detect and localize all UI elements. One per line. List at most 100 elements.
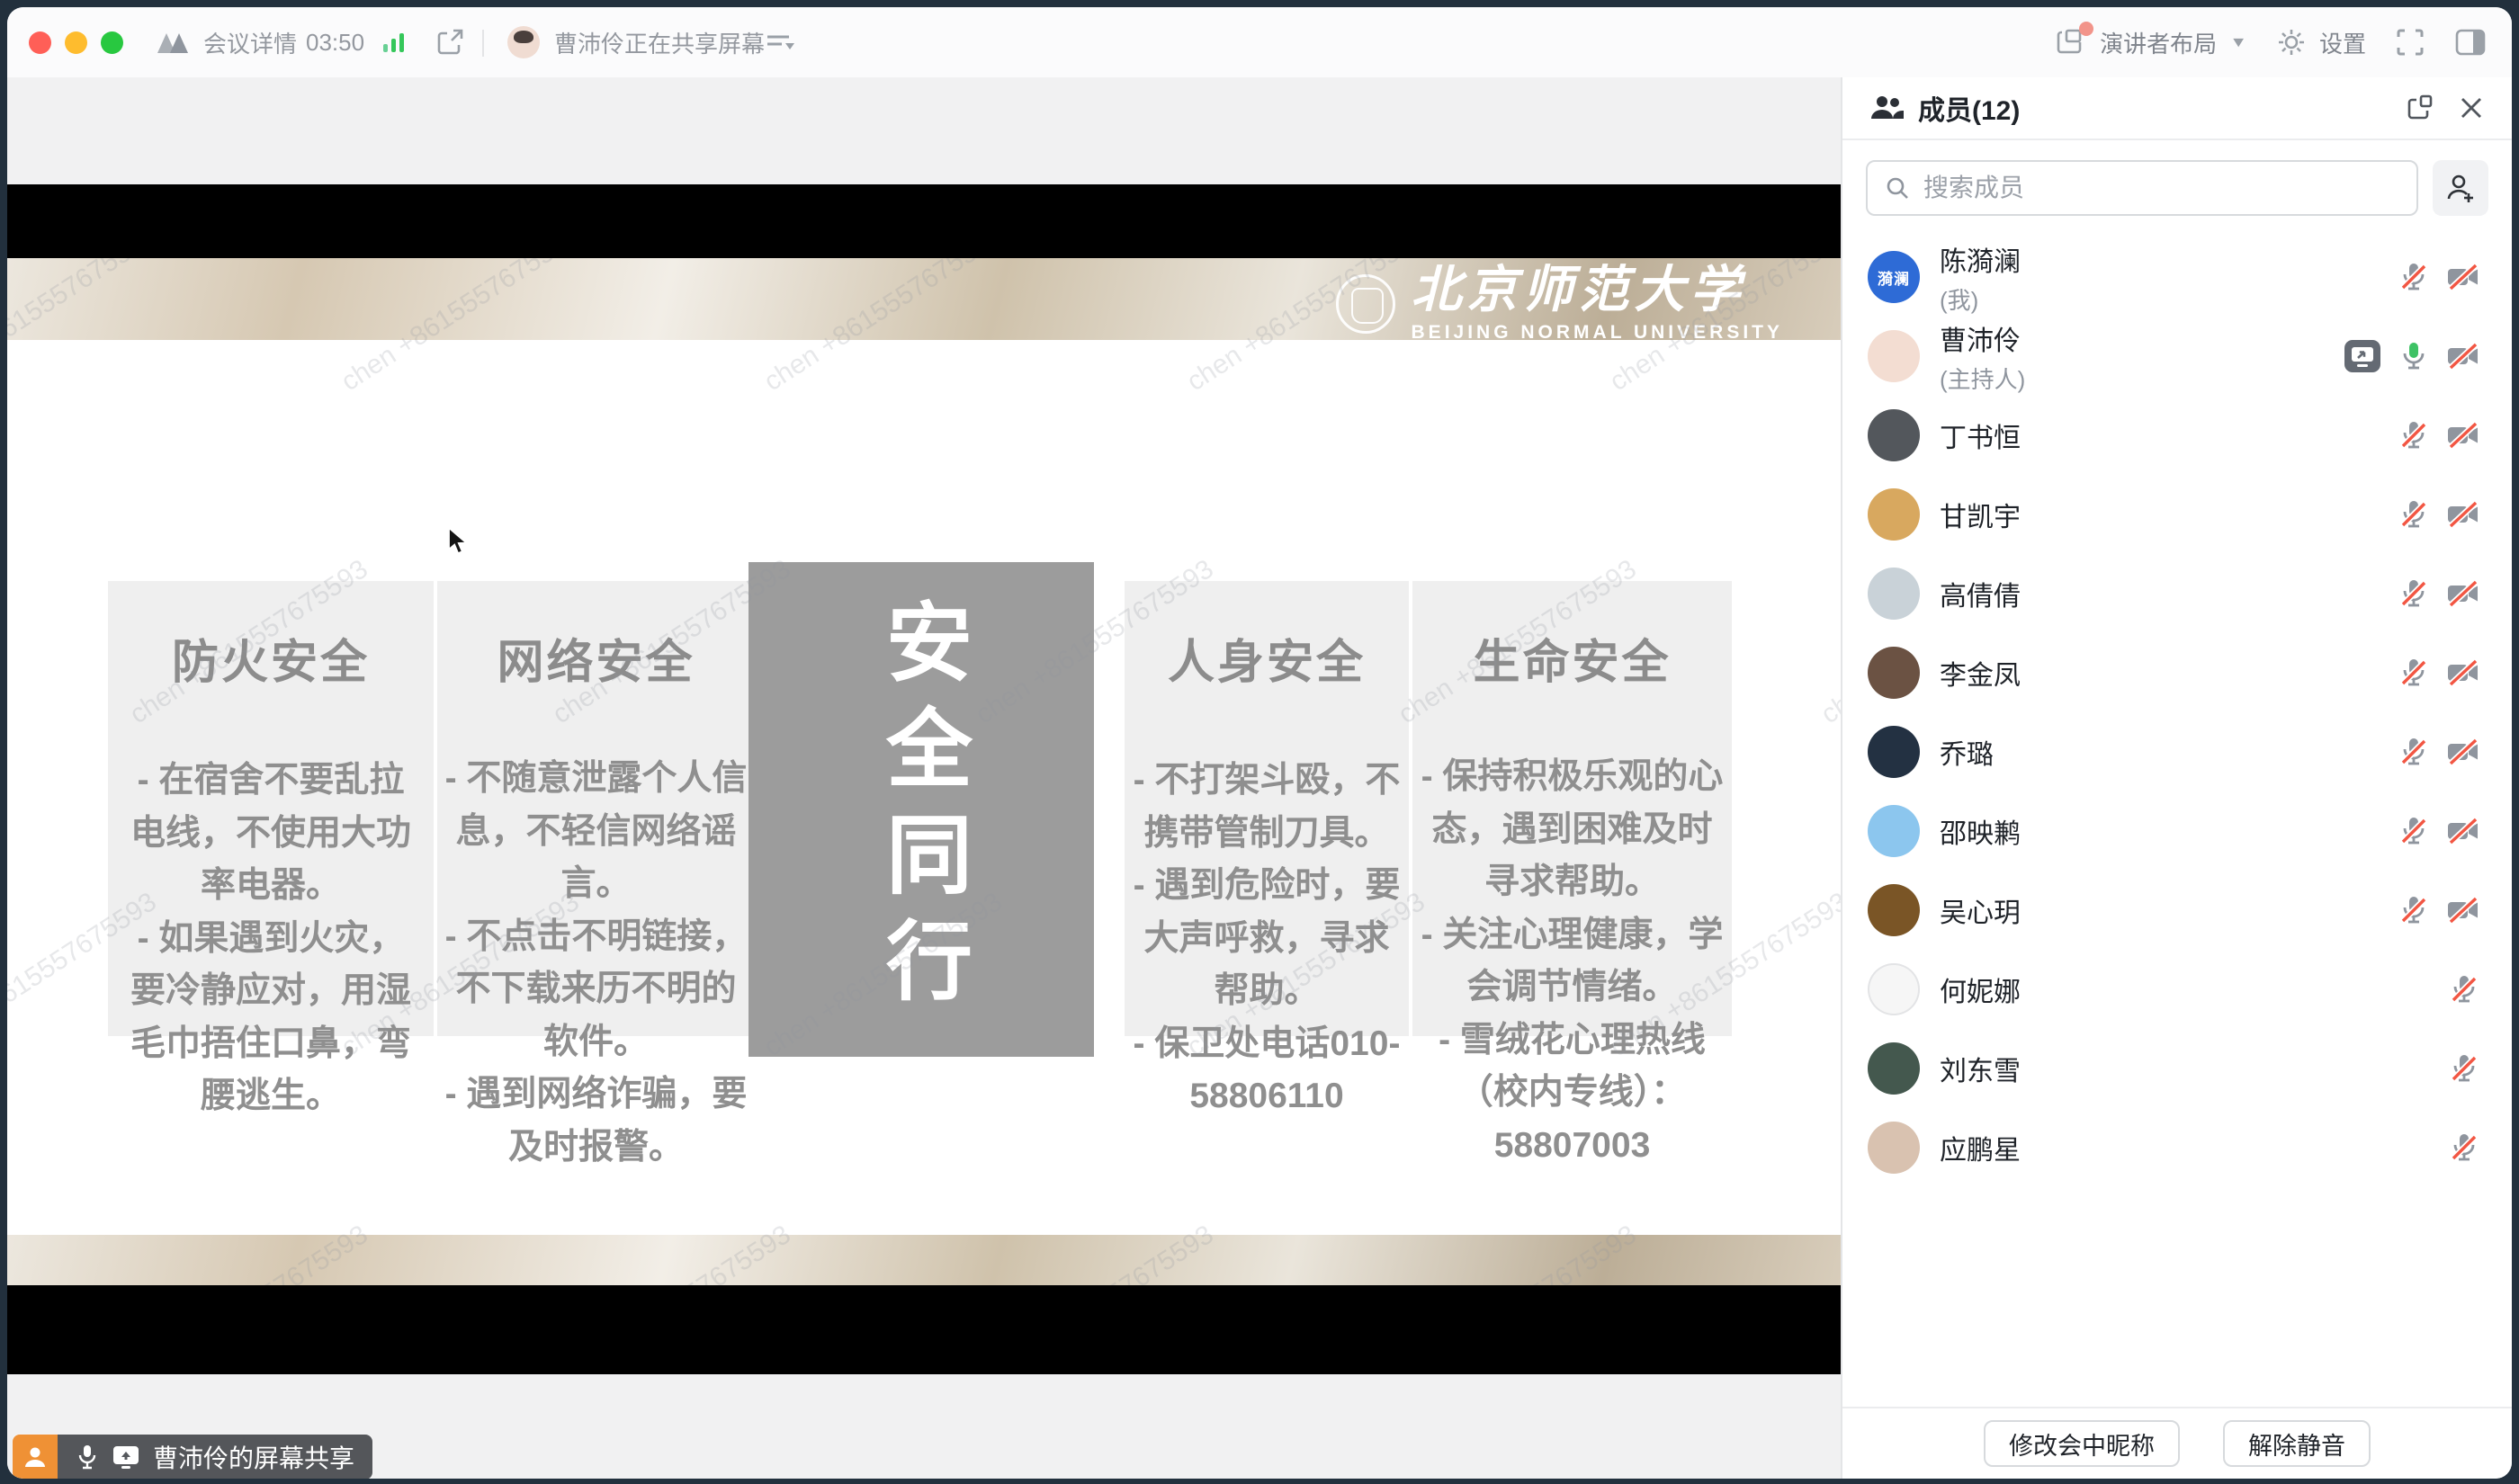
- unmute-button[interactable]: 解除静音: [2223, 1420, 2371, 1467]
- member-row[interactable]: 刘东雪: [1842, 1029, 2512, 1108]
- chevron-down-icon: ▼: [2229, 34, 2247, 50]
- search-icon: [1884, 174, 1911, 201]
- member-row[interactable]: 李金凤: [1842, 633, 2512, 712]
- member-name: 高倩倩: [1940, 574, 2397, 613]
- university-seal-icon: [1336, 274, 1395, 334]
- close-panel-icon[interactable]: [2458, 94, 2485, 121]
- mic-muted-icon[interactable]: [2397, 260, 2431, 294]
- screen-share-icon: [112, 1444, 140, 1470]
- member-avatar: [1868, 330, 1920, 382]
- toggle-sidebar-icon[interactable]: [2454, 28, 2487, 57]
- member-row[interactable]: 丁书恒: [1842, 396, 2512, 475]
- mouse-cursor: [446, 527, 471, 560]
- mic-muted-icon[interactable]: [2397, 577, 2431, 611]
- fullscreen-icon[interactable]: [2395, 27, 2425, 58]
- settings-label[interactable]: 设置: [2319, 26, 2366, 59]
- network-signal-icon: [381, 7, 408, 77]
- camera-muted-icon[interactable]: [2445, 497, 2481, 532]
- camera-muted-icon[interactable]: [2445, 577, 2481, 611]
- titlebar-divider: [482, 30, 484, 57]
- member-name: 陈漪澜: [1940, 239, 2397, 279]
- close-traffic-light[interactable]: [29, 31, 51, 54]
- mic-muted-icon[interactable]: [2397, 814, 2431, 848]
- member-list: 漪澜 陈漪澜 (我): [1842, 232, 2512, 1407]
- member-avatar: [1868, 409, 1920, 461]
- member-name: 甘凯宇: [1940, 495, 2397, 534]
- member-row[interactable]: 吴心玥: [1842, 871, 2512, 950]
- member-avatar: [1868, 1122, 1920, 1174]
- slide-banner-bottom: [7, 1235, 1841, 1285]
- member-name: 乔璐: [1940, 732, 2397, 772]
- camera-muted-icon[interactable]: [2445, 339, 2481, 373]
- member-name: 曹沛伶: [1940, 318, 2343, 358]
- mic-muted-icon[interactable]: [2447, 1051, 2481, 1086]
- camera-muted-icon[interactable]: [2445, 814, 2481, 848]
- speaker-layout-icon[interactable]: [2055, 27, 2087, 58]
- sharer-user-icon: [13, 1435, 58, 1479]
- member-name: 邵映鹣: [1940, 811, 2397, 851]
- mic-on-icon[interactable]: [2397, 339, 2431, 373]
- minimize-traffic-light[interactable]: [65, 31, 87, 54]
- camera-muted-icon[interactable]: [2445, 893, 2481, 927]
- member-name: 丁书恒: [1940, 416, 2397, 455]
- speaker-layout-label[interactable]: 演讲者布局: [2100, 26, 2217, 59]
- shared-screen-stage: 北京师范大学 BEIJING NORMAL UNIVERSITY 防火安全 - …: [7, 77, 1841, 1479]
- camera-muted-icon[interactable]: [2445, 260, 2481, 294]
- member-subtitle: (我): [1940, 282, 2397, 316]
- member-avatar: [1868, 568, 1920, 620]
- mic-muted-icon[interactable]: [2397, 497, 2431, 532]
- mic-muted-icon[interactable]: [2447, 972, 2481, 1006]
- meeting-details-button[interactable]: 会议详情: [203, 7, 297, 77]
- letterbox-bottom: [7, 1285, 1841, 1374]
- member-name: 刘东雪: [1940, 1049, 2447, 1088]
- university-logo: 北京师范大学 BEIJING NORMAL UNIVERSITY: [1336, 265, 1783, 342]
- member-avatar: [1868, 805, 1920, 857]
- mic-muted-icon[interactable]: [2397, 656, 2431, 690]
- popout-panel-icon[interactable]: [2404, 93, 2434, 123]
- share-viewport: 北京师范大学 BEIJING NORMAL UNIVERSITY 防火安全 - …: [7, 184, 1841, 1374]
- slide-box-life-safety: 生命安全 - 保持积极乐观的心态，遇到困难及时寻求帮助。 - 关注心理健康，学会…: [1412, 581, 1732, 1036]
- zoom-traffic-light[interactable]: [101, 31, 123, 54]
- member-avatar: [1868, 647, 1920, 699]
- member-row[interactable]: 邵映鹣: [1842, 791, 2512, 871]
- member-row[interactable]: 乔璐: [1842, 712, 2512, 791]
- screen-share-badge: [2343, 336, 2382, 376]
- add-member-button[interactable]: [2433, 160, 2488, 216]
- member-avatar: [1868, 726, 1920, 778]
- camera-muted-icon[interactable]: [2445, 656, 2481, 690]
- member-subtitle: (主持人): [1940, 362, 2343, 395]
- mic-muted-icon[interactable]: [2397, 418, 2431, 452]
- slide-content: 防火安全 - 在宿舍不要乱拉电线，不使用大功率电器。 - 如果遇到火灾，要冷静应…: [7, 340, 1841, 1235]
- mic-muted-icon[interactable]: [2397, 893, 2431, 927]
- university-name-en: BEIJING NORMAL UNIVERSITY: [1412, 323, 1783, 342]
- slide-banner-top: 北京师范大学 BEIJING NORMAL UNIVERSITY: [7, 258, 1841, 340]
- member-avatar: [1868, 488, 1920, 541]
- rename-button[interactable]: 修改会中昵称: [1984, 1420, 2180, 1467]
- search-members-box[interactable]: [1866, 160, 2418, 216]
- member-row[interactable]: 甘凯宇: [1842, 475, 2512, 554]
- settings-gear-icon[interactable]: [2276, 27, 2307, 58]
- member-row[interactable]: 曹沛伶 (主持人): [1842, 317, 2512, 396]
- layout-list-icon[interactable]: [765, 7, 795, 77]
- member-avatar: 漪澜: [1868, 251, 1920, 303]
- slide-box-personal-safety: 人身安全 - 不打架斗殴，不携带管制刀具。 - 遇到危险时，要大声呼救，寻求帮助…: [1125, 581, 1409, 1036]
- member-name: 吴心玥: [1940, 890, 2397, 930]
- member-name: 应鹏星: [1940, 1128, 2447, 1167]
- member-avatar: [1868, 1042, 1920, 1095]
- sharing-status-text: 曹沛伶正在共享屏幕: [554, 7, 765, 77]
- member-row[interactable]: 何妮娜: [1842, 950, 2512, 1029]
- member-row[interactable]: 高倩倩: [1842, 554, 2512, 633]
- screen-share-indicator[interactable]: 曹沛伶的屏幕共享: [13, 1435, 372, 1479]
- camera-muted-icon[interactable]: [2445, 735, 2481, 769]
- camera-muted-icon[interactable]: [2445, 418, 2481, 452]
- search-members-input[interactable]: [1922, 173, 2400, 203]
- university-name-cn: 北京师范大学: [1412, 265, 1783, 316]
- mic-muted-icon[interactable]: [2397, 735, 2431, 769]
- notification-dot: [2079, 22, 2093, 36]
- slide-box-fire-safety: 防火安全 - 在宿舍不要乱拉电线，不使用大功率电器。 - 如果遇到火灾，要冷静应…: [108, 581, 434, 1036]
- member-row[interactable]: 漪澜 陈漪澜 (我): [1842, 237, 2512, 317]
- member-row[interactable]: 应鹏星: [1842, 1108, 2512, 1187]
- app-logo-icon: [157, 7, 193, 77]
- mic-muted-icon[interactable]: [2447, 1131, 2481, 1165]
- share-window-icon[interactable]: [434, 7, 466, 77]
